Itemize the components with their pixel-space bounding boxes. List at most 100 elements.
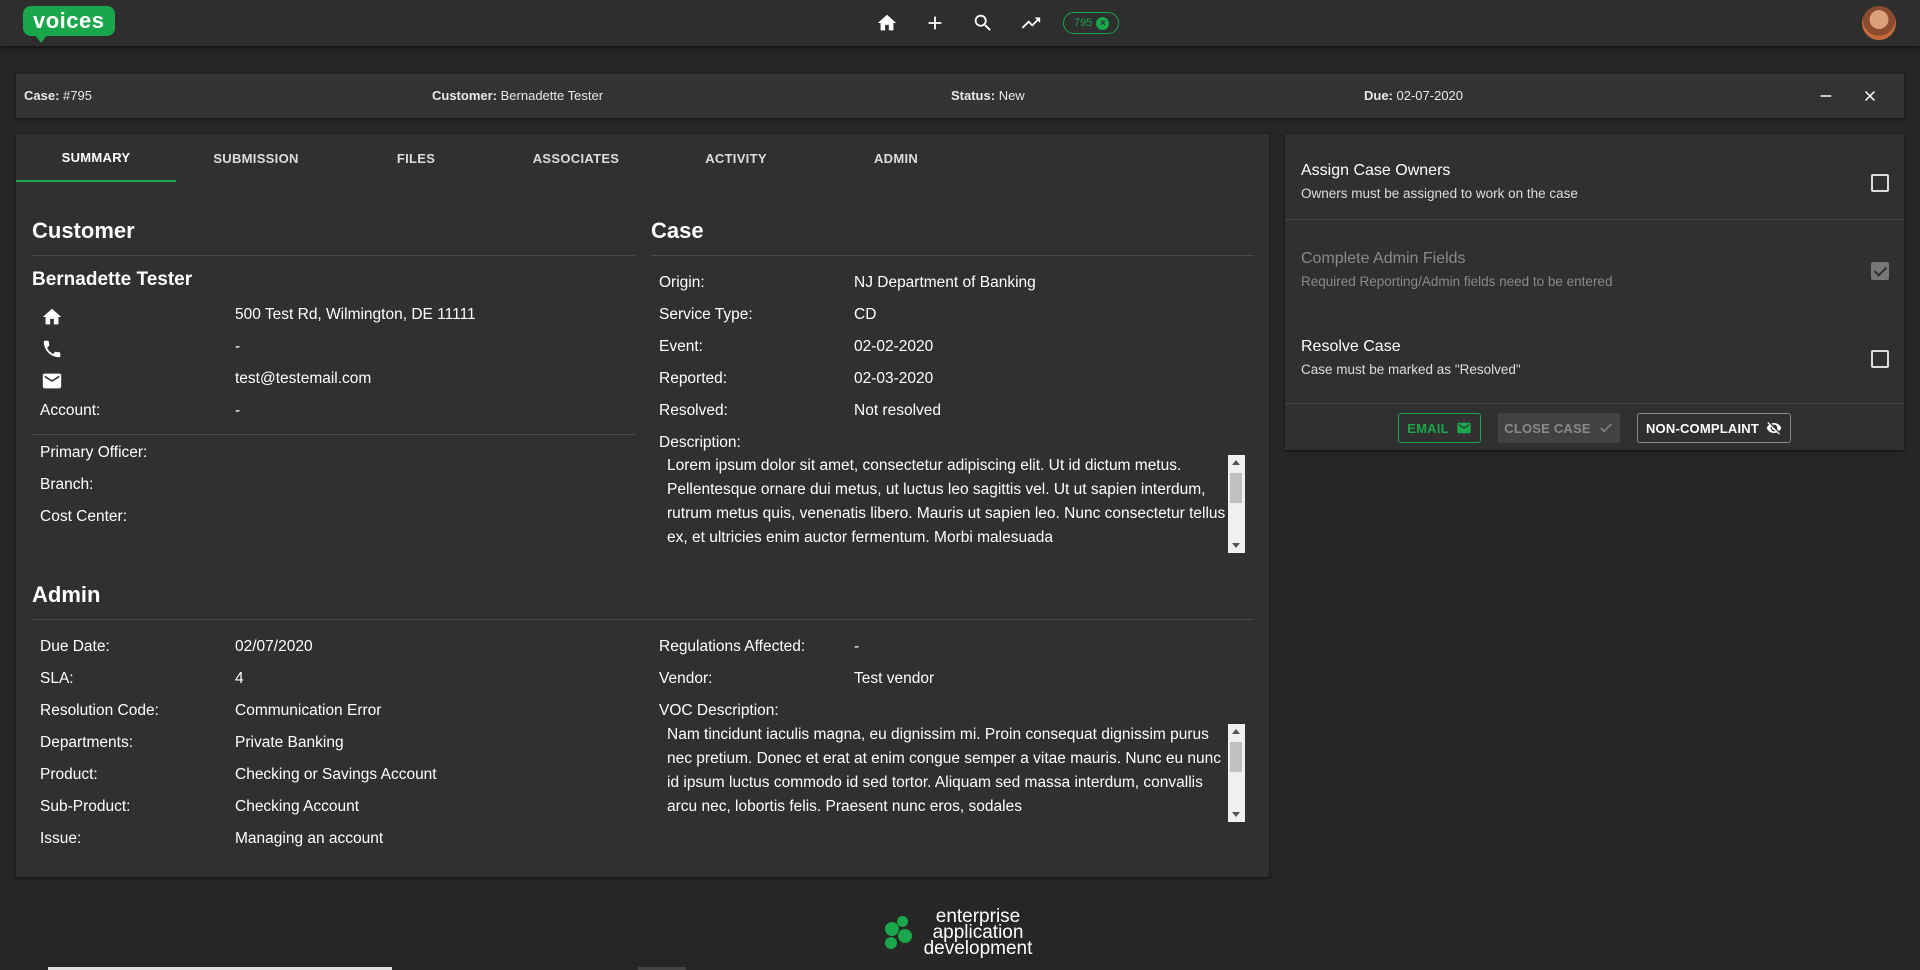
customer-address: 500 Test Rd, Wilmington, DE 11111	[235, 306, 476, 323]
logo-dots-icon	[883, 916, 917, 954]
task-title: Complete Admin Fields	[1301, 250, 1466, 267]
event-value: 02-02-2020	[854, 338, 934, 355]
case-section-title: Case	[651, 218, 704, 243]
avatar[interactable]	[1862, 6, 1896, 40]
description-label: Description:	[659, 434, 741, 451]
close-case-button-label: CLOSE CASE	[1504, 420, 1591, 436]
case-due: Due: 02-07-2020	[1364, 88, 1464, 103]
regulations-label: Regulations Affected:	[659, 638, 806, 655]
sla-value: 4	[235, 670, 244, 687]
close-case-button[interactable]: CLOSE CASE	[1498, 413, 1620, 443]
search-icon[interactable]	[970, 10, 996, 36]
task-checkbox[interactable]	[1871, 350, 1889, 368]
product-label: Product:	[40, 766, 98, 783]
origin-value: NJ Department of Banking	[854, 274, 1036, 291]
regulations-value: -	[854, 638, 860, 655]
scroll-thumb[interactable]	[1230, 742, 1242, 772]
logo-text: voices	[33, 8, 105, 33]
scroll-up-icon[interactable]	[1232, 729, 1240, 734]
case-summary-card: SUMMARY SUBMISSION FILES ASSOCIATES ACTI…	[16, 134, 1269, 877]
description-scrollbar[interactable]	[1228, 455, 1245, 553]
departments-label: Departments:	[40, 734, 134, 751]
departments-value: Private Banking	[235, 734, 344, 751]
scroll-down-icon[interactable]	[1232, 543, 1240, 548]
task-title: Assign Case Owners	[1301, 162, 1451, 179]
email-button[interactable]: EMAIL	[1398, 413, 1481, 443]
customer-email: test@testemail.com	[235, 370, 372, 387]
origin-label: Origin:	[659, 274, 705, 291]
due-date-label: Due Date:	[40, 638, 110, 655]
tab-activity[interactable]: ACTIVITY	[656, 134, 816, 182]
admin-section-title: Admin	[32, 582, 101, 607]
case-customer: Customer: Bernadette Tester	[432, 88, 604, 103]
event-label: Event:	[659, 338, 703, 355]
voc-scrollbar[interactable]	[1228, 724, 1245, 822]
non-complaint-button[interactable]: NON-COMPLAINT	[1637, 413, 1791, 443]
account-divider	[32, 434, 635, 435]
case-divider	[651, 255, 1254, 256]
close-icon[interactable]	[1858, 84, 1882, 108]
case-status: Status: New	[951, 88, 1025, 103]
task-subtitle: Owners must be assigned to work on the c…	[1301, 186, 1578, 201]
non-complaint-button-label: NON-COMPLAINT	[1645, 420, 1760, 436]
primary-officer-label: Primary Officer:	[40, 444, 148, 461]
reported-value: 02-03-2020	[854, 370, 934, 387]
case-number: Case: #795	[24, 88, 92, 103]
logo-speech-tail	[35, 35, 47, 43]
resolution-code-value: Communication Error	[235, 702, 382, 719]
sub-product-value: Checking Account	[235, 798, 360, 815]
tab-files[interactable]: FILES	[336, 134, 496, 182]
service-type-value: CD	[854, 306, 877, 323]
task-divider	[1285, 219, 1904, 220]
service-type-label: Service Type:	[659, 306, 753, 323]
resolution-code-label: Resolution Code:	[40, 702, 159, 719]
email-icon	[41, 370, 63, 392]
issue-label: Issue:	[40, 830, 82, 847]
task-title: Resolve Case	[1301, 338, 1401, 355]
tab-summary[interactable]: SUMMARY	[16, 134, 176, 182]
task-complete-admin-fields: Complete Admin Fields Required Reporting…	[1285, 222, 1904, 310]
scroll-up-icon[interactable]	[1232, 460, 1240, 465]
tab-admin[interactable]: ADMIN	[816, 134, 976, 182]
voices-logo[interactable]: voices	[23, 6, 115, 43]
due-date-value: 02/07/2020	[235, 638, 313, 655]
resolved-value: Not resolved	[854, 402, 942, 419]
task-resolve-case[interactable]: Resolve Case Case must be marked as "Res…	[1285, 310, 1904, 398]
case-tabs: SUMMARY SUBMISSION FILES ASSOCIATES ACTI…	[16, 134, 1269, 182]
task-subtitle: Case must be marked as "Resolved"	[1301, 362, 1521, 377]
vendor-label: Vendor:	[659, 670, 713, 687]
branch-label: Branch:	[40, 476, 94, 493]
tab-submission[interactable]: SUBMISSION	[176, 134, 336, 182]
scroll-thumb[interactable]	[1230, 473, 1242, 503]
customer-phone: -	[235, 338, 241, 355]
task-assign-owners[interactable]: Assign Case Owners Owners must be assign…	[1285, 134, 1904, 222]
case-header-bar: Case: #795 Customer: Bernadette Tester S…	[16, 74, 1904, 118]
cost-center-label: Cost Center:	[40, 508, 128, 525]
logo-text: enterprise application development	[923, 906, 1033, 959]
trending-icon[interactable]	[1018, 10, 1044, 36]
account-value: -	[235, 402, 241, 419]
add-icon[interactable]	[922, 10, 948, 36]
voc-description-label: VOC Description:	[659, 702, 779, 719]
minimize-icon[interactable]	[1814, 84, 1838, 108]
home-icon[interactable]	[874, 10, 900, 36]
chip-close-icon[interactable]: ×	[1096, 16, 1110, 30]
check-icon	[1599, 423, 1612, 433]
email-icon	[1457, 422, 1471, 434]
actions-divider	[1285, 403, 1904, 404]
sla-label: SLA:	[40, 670, 74, 687]
vendor-value: Test vendor	[854, 670, 935, 687]
voc-description-textarea[interactable]: Nam tincidunt iaculis magna, eu dignissi…	[667, 723, 1252, 819]
phone-icon	[41, 338, 63, 360]
customer-name: Bernadette Tester	[32, 269, 193, 290]
task-checkbox[interactable]	[1871, 174, 1889, 192]
description-textarea[interactable]: Lorem ipsum dolor sit amet, consectetur …	[667, 454, 1252, 550]
open-case-chip[interactable]: 795 ×	[1063, 12, 1119, 34]
account-label: Account:	[40, 402, 101, 419]
case-chip-label: 795	[1074, 17, 1093, 29]
enterprise-application-development-logo: enterprise application development	[883, 906, 1043, 962]
scroll-down-icon[interactable]	[1232, 812, 1240, 817]
tab-associates[interactable]: ASSOCIATES	[496, 134, 656, 182]
customer-divider	[32, 255, 635, 256]
sub-product-label: Sub-Product:	[40, 798, 131, 815]
